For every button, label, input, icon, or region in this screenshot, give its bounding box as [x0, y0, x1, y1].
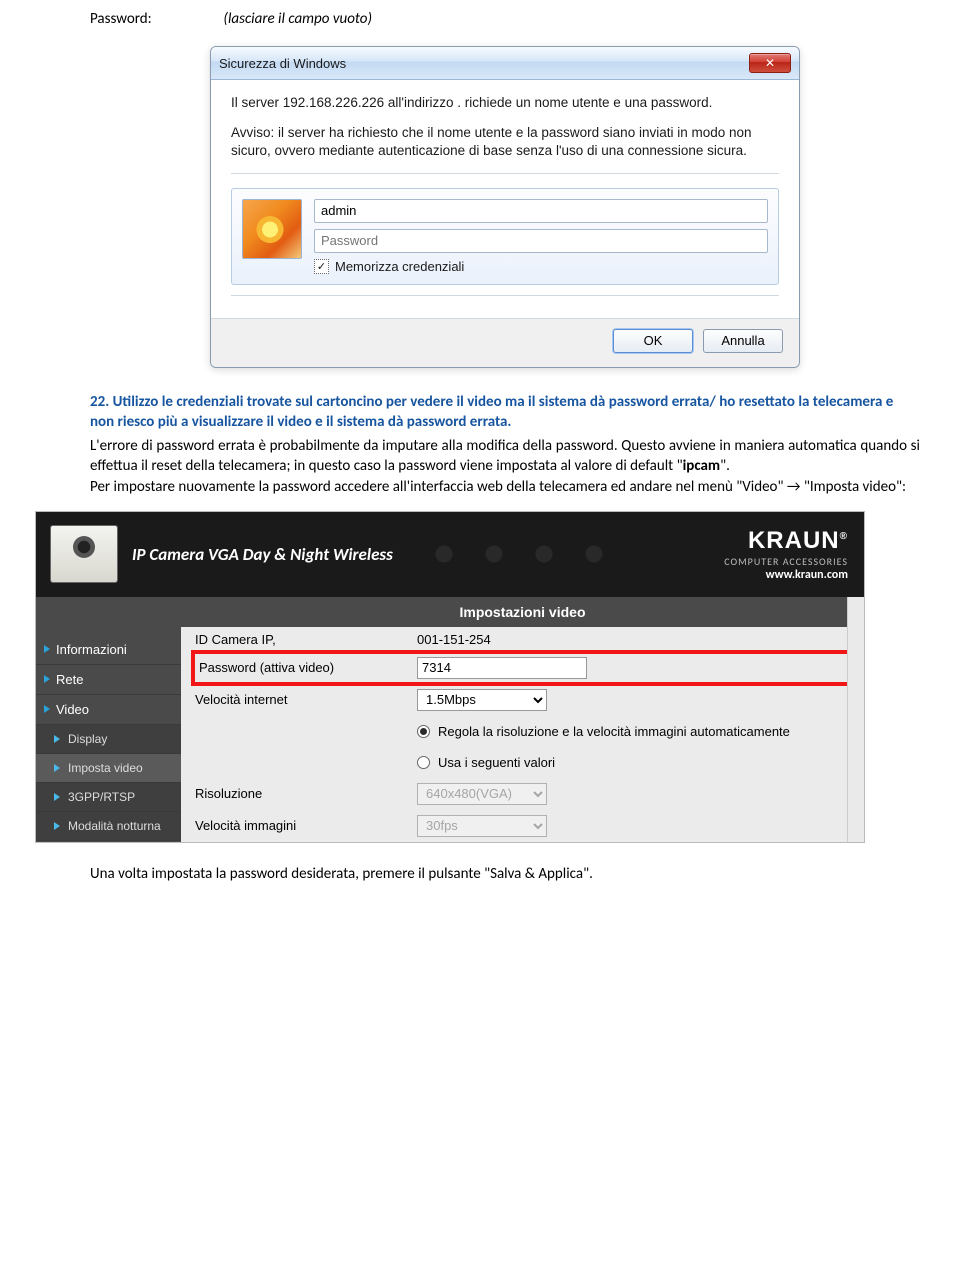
highlighted-password-row: Password (attiva video) [191, 650, 854, 686]
faq-answer-2: Per impostare nuovamente la password acc… [90, 477, 920, 497]
row-internet-speed: Velocità internet 1.5Mbps [181, 684, 864, 716]
user-avatar-icon [242, 199, 302, 259]
decorative-circles [404, 512, 664, 597]
remember-credentials-checkbox[interactable]: ✓ Memorizza credenziali [314, 259, 768, 274]
ipcam-web-ui: IP Camera VGA Day & Night Wireless KRAUN… [35, 511, 865, 843]
ok-button[interactable]: OK [613, 329, 693, 353]
sidebar-item-modalit-notturna[interactable]: Modalità notturna [36, 812, 181, 841]
dialog-message-1: Il server 192.168.226.226 all'indirizzo … [231, 94, 779, 112]
brand-tagline: COMPUTER ACCESSORIES [724, 555, 848, 568]
sidebar-item-imposta-video[interactable]: Imposta video [36, 754, 181, 783]
credential-fields: ✓ Memorizza credenziali [314, 199, 768, 274]
row-fps: Velocità immagini 30fps [181, 810, 864, 842]
password-label: Password: [90, 10, 220, 28]
credentials-box: ✓ Memorizza credenziali [231, 188, 779, 285]
sidebar-item-3gpp-rtsp[interactable]: 3GPP/RTSP [36, 783, 181, 812]
chevron-right-icon [44, 675, 50, 683]
username-input[interactable] [314, 199, 768, 223]
sidebar-item-rete[interactable]: Rete [36, 665, 181, 695]
sidebar-item-video[interactable]: Video [36, 695, 181, 725]
brand-url: www.kraun.com [724, 568, 848, 582]
remember-label: Memorizza credenziali [335, 259, 464, 274]
chevron-right-icon [44, 645, 50, 653]
cancel-button[interactable]: Annulla [703, 329, 783, 353]
sidebar-item-display[interactable]: Display [36, 725, 181, 754]
windows-security-dialog: Sicurezza di Windows ✕ Il server 192.168… [210, 46, 800, 368]
password-note: (lasciare il campo vuoto) [223, 10, 372, 28]
id-camera-label: ID Camera IP, [195, 632, 413, 647]
sidebar-item-label: Informazioni [56, 642, 127, 657]
divider [231, 295, 779, 296]
sidebar-item-label: Modalità notturna [68, 819, 161, 833]
video-password-label: Password (attiva video) [199, 660, 413, 675]
section-title: Impostazioni video [181, 597, 864, 627]
faq-number: 22. [90, 393, 109, 411]
sidebar-item-label: Display [68, 732, 107, 746]
close-icon[interactable]: ✕ [749, 53, 791, 73]
ipcam-header: IP Camera VGA Day & Night Wireless KRAUN… [36, 512, 864, 597]
chevron-right-icon [44, 705, 50, 713]
chevron-right-icon [54, 764, 60, 772]
id-camera-value: 001-151-254 [417, 632, 850, 647]
footer-instruction: Una volta impostata la password desidera… [90, 865, 920, 883]
dialog-buttons: OK Annulla [211, 318, 799, 367]
video-password-input[interactable] [417, 657, 587, 679]
faq-answer-1: L'errore di password errata è probabilme… [90, 436, 920, 477]
sidebar-item-label: 3GPP/RTSP [68, 790, 135, 804]
radio-auto[interactable]: Regola la risoluzione e la velocità imma… [417, 721, 790, 742]
resolution-select[interactable]: 640x480(VGA) [417, 783, 547, 805]
row-auto-option: Regola la risoluzione e la velocità imma… [181, 716, 864, 747]
sidebar-item-label: Imposta video [68, 761, 143, 775]
sidebar-item-label: Video [56, 702, 89, 717]
speed-label: Velocità internet [195, 692, 413, 707]
faq-question: 22. Utilizzo le credenziali trovate sul … [90, 392, 920, 433]
brand-logo: KRAUN® [724, 527, 848, 555]
radio-manual-label: Usa i seguenti valori [438, 755, 555, 770]
dialog-body: Il server 192.168.226.226 all'indirizzo … [211, 80, 799, 318]
dialog-title: Sicurezza di Windows [219, 56, 749, 71]
dialog-titlebar: Sicurezza di Windows ✕ [211, 47, 799, 80]
brand-block: KRAUN® COMPUTER ACCESSORIES www.kraun.co… [724, 527, 864, 582]
dialog-message-2: Avviso: il server ha richiesto che il no… [231, 124, 779, 160]
row-manual-option: Usa i seguenti valori [181, 747, 864, 778]
ipcam-main: Impostazioni video ID Camera IP, 001-151… [181, 597, 864, 842]
sidebar-item-label: Rete [56, 672, 83, 687]
checkbox-icon: ✓ [314, 259, 329, 274]
radio-manual[interactable]: Usa i seguenti valori [417, 752, 555, 773]
row-id-camera: ID Camera IP, 001-151-254 [181, 627, 864, 652]
faq-item: 22. Utilizzo le credenziali trovate sul … [90, 392, 920, 497]
divider [231, 173, 779, 174]
password-input[interactable] [314, 229, 768, 253]
fps-label: Velocità immagini [195, 818, 413, 833]
radio-icon [417, 725, 430, 738]
resolution-label: Risoluzione [195, 786, 413, 801]
radio-icon [417, 756, 430, 769]
camera-thumbnail-icon [50, 525, 118, 583]
row-password: Password (attiva video) [199, 657, 846, 679]
radio-auto-label: Regola la risoluzione e la velocità imma… [438, 724, 790, 739]
faq-question-text: Utilizzo le credenziali trovate sul cart… [90, 393, 893, 431]
chevron-right-icon [54, 822, 60, 830]
password-line: Password: (lasciare il campo vuoto) [90, 10, 920, 28]
fps-select[interactable]: 30fps [417, 815, 547, 837]
scrollbar[interactable] [847, 597, 864, 842]
sidebar-item-informazioni[interactable]: Informazioni [36, 635, 181, 665]
row-resolution: Risoluzione 640x480(VGA) [181, 778, 864, 810]
ipcam-body: Informazioni Rete Video Display Imposta vide… [36, 597, 864, 842]
chevron-right-icon [54, 793, 60, 801]
ipcam-sidebar: Informazioni Rete Video Display Imposta vide… [36, 597, 181, 842]
speed-select[interactable]: 1.5Mbps [417, 689, 547, 711]
chevron-right-icon [54, 735, 60, 743]
